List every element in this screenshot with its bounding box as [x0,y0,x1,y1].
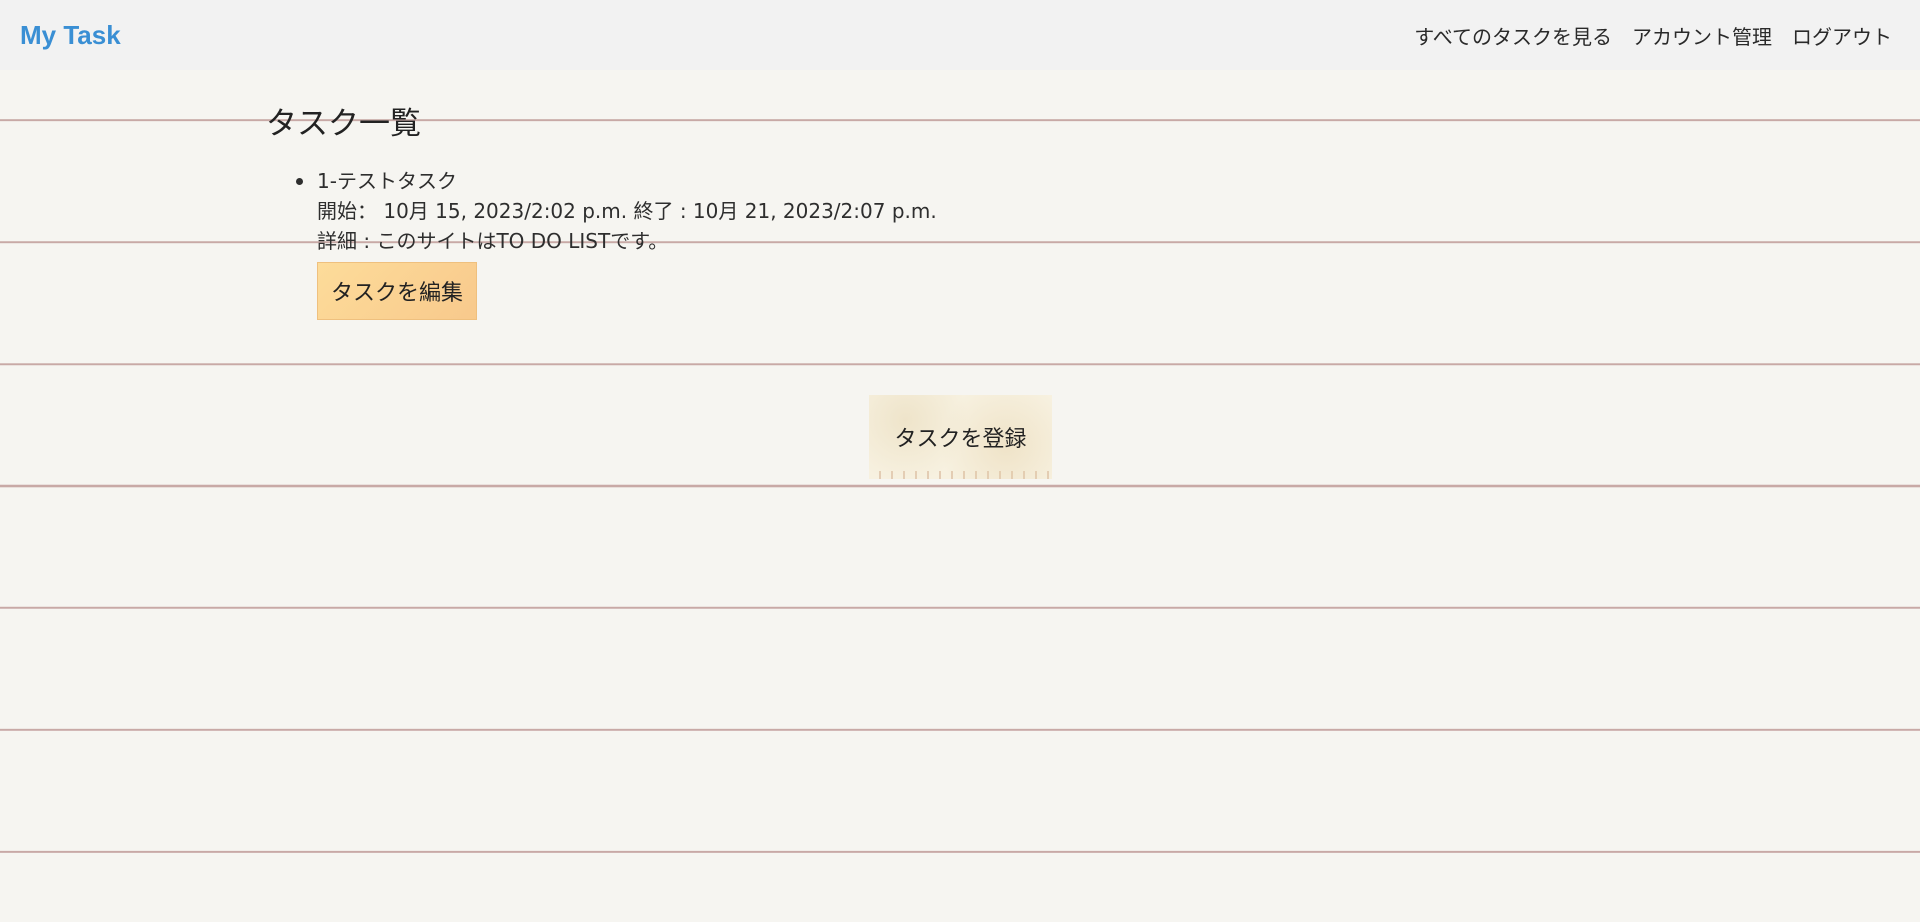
edit-task-button[interactable]: タスクを編集 [317,262,477,320]
task-schedule: 開始： 10月 15, 2023/2:02 p.m. 終了 : 10月 21, … [317,199,937,223]
brand-logo-link[interactable]: My Task [20,20,121,51]
nav-all-tasks-link[interactable]: すべてのタスクを見る [1414,21,1612,50]
task-name: 1-テストタスク [317,169,457,193]
task-detail: 詳細 : このサイトはTO DO LISTです。 [317,229,669,253]
nav-account-link[interactable]: アカウント管理 [1632,21,1772,50]
page-title: タスク一覧 [266,106,421,142]
nav-logout-link[interactable]: ログアウト [1792,21,1892,50]
register-task-button[interactable]: タスクを登録 [869,395,1052,479]
list-item: 1-テストタスク 開始： 10月 15, 2023/2:02 p.m. 終了 :… [290,166,937,320]
top-navbar: My Task すべてのタスクを見る アカウント管理 ログアウト [0,0,1920,70]
task-list: 1-テストタスク 開始： 10月 15, 2023/2:02 p.m. 終了 :… [290,166,937,320]
nav-links: すべてのタスクを見る アカウント管理 ログアウト [1414,21,1892,50]
